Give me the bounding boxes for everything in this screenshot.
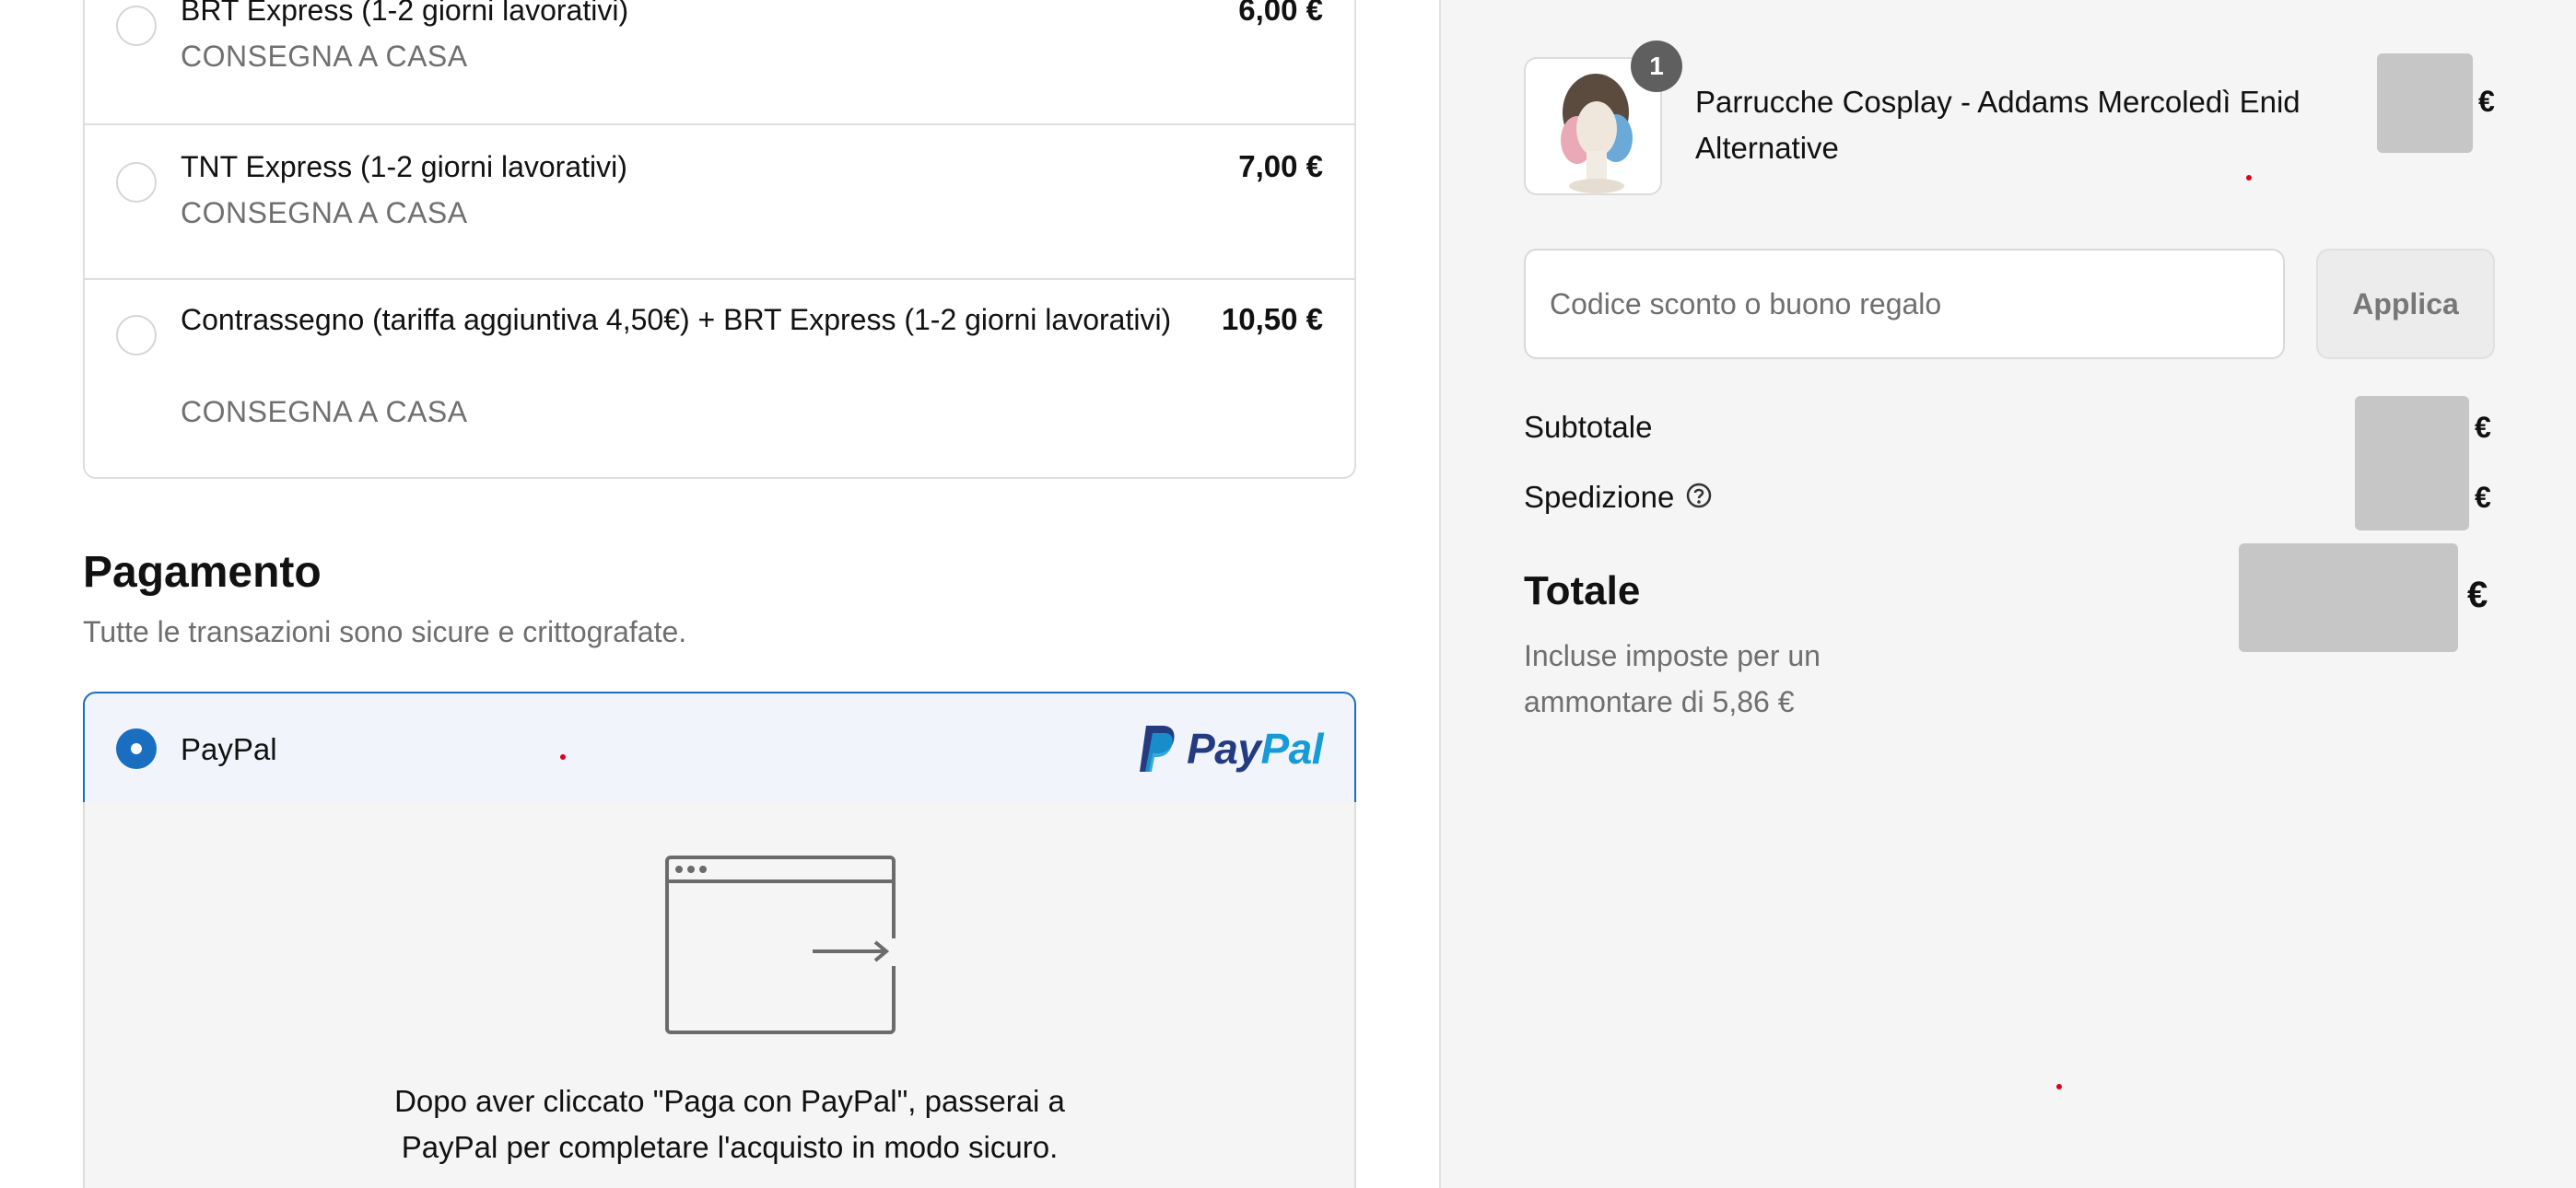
shipping-option-subtitle: CONSEGNA A CASA xyxy=(181,196,468,229)
payment-subheading: Tutte le transazioni sono sicure e critt… xyxy=(83,615,687,648)
product-name: Parrucche Cosplay - Addams Mercoledì Eni… xyxy=(1695,85,2301,165)
shipping-option-price: 7,00 € xyxy=(1238,149,1323,183)
shipping-option-title: TNT Express (1-2 giorni lavorativi) xyxy=(181,150,627,183)
paypal-redirect-panel: Dopo aver cliccato "Paga con PayPal", pa… xyxy=(83,802,1356,1188)
quantity-badge: 1 xyxy=(1631,41,1682,92)
shipping-options: BRT Express (1-2 giorni lavorativi) CONS… xyxy=(83,0,1356,479)
shipping-option-title: BRT Express (1-2 giorni lavorativi) xyxy=(181,0,629,27)
paypal-wordmark-pal: Pal xyxy=(1260,725,1323,773)
browser-redirect-icon xyxy=(665,856,896,1034)
payment-method-label: PayPal xyxy=(181,732,277,766)
shipping-option-tnt[interactable]: TNT Express (1-2 giorni lavorativi) CONS… xyxy=(85,123,1354,278)
shipping-option-subtitle: CONSEGNA A CASA xyxy=(181,395,468,428)
paypal-wordmark: PayPal xyxy=(1187,724,1323,774)
shipping-summary-row: Spedizione xyxy=(1524,474,1713,522)
paypal-logo-icon xyxy=(1140,726,1175,772)
shipping-summary-label: Spedizione xyxy=(1524,480,1675,514)
shipping-option-contrassegno[interactable]: Contrassegno (tariffa aggiuntiva 4,50€) … xyxy=(85,278,1354,477)
redacted-total xyxy=(2239,543,2458,652)
artifact-dot xyxy=(2246,175,2252,181)
total-currency: € xyxy=(2467,575,2488,615)
total-label: Totale xyxy=(1524,568,1641,613)
discount-code-input[interactable] xyxy=(1524,249,2285,359)
redacted-price xyxy=(2377,53,2473,153)
radio-selected-icon[interactable] xyxy=(116,728,157,769)
shipping-currency: € xyxy=(2475,481,2491,514)
radio-icon[interactable] xyxy=(116,162,157,203)
apply-discount-button[interactable]: Applica xyxy=(2316,249,2495,359)
help-circle-icon[interactable] xyxy=(1685,476,1713,522)
paypal-redirect-note: Dopo aver cliccato "Paga con PayPal", pa… xyxy=(394,1084,1065,1164)
shipping-option-price: 10,50 € xyxy=(1221,302,1323,336)
payment-heading: Pagamento xyxy=(83,548,322,597)
subtotal-label: Subtotale xyxy=(1524,410,1653,444)
shipping-option-title: Contrassegno (tariffa aggiuntiva 4,50€) … xyxy=(181,303,1172,336)
tax-note: Incluse imposte per un ammontare di 5,86… xyxy=(1524,639,1821,718)
paypal-logo: PayPal xyxy=(1137,721,1323,776)
shipping-option-brt[interactable]: BRT Express (1-2 giorni lavorativi) CONS… xyxy=(85,0,1354,123)
shipping-option-subtitle: CONSEGNA A CASA xyxy=(181,40,468,73)
radio-icon[interactable] xyxy=(116,6,157,46)
payment-option-paypal[interactable]: PayPal PayPal xyxy=(83,692,1356,804)
radio-icon[interactable] xyxy=(116,315,157,355)
order-summary: 1 Parrucche Cosplay - Addams Mercoledì E… xyxy=(1439,0,2576,1188)
artifact-dot xyxy=(560,754,566,760)
product-price-currency: € xyxy=(2478,85,2495,118)
redacted-subtotal-shipping xyxy=(2355,396,2469,530)
paypal-wordmark-pay: Pay xyxy=(1187,725,1261,773)
artifact-dot xyxy=(2056,1084,2062,1089)
subtotal-currency: € xyxy=(2475,411,2491,444)
checkout-main: BRT Express (1-2 giorni lavorativi) CONS… xyxy=(0,0,1439,1188)
shipping-option-price: 6,00 € xyxy=(1238,0,1323,27)
